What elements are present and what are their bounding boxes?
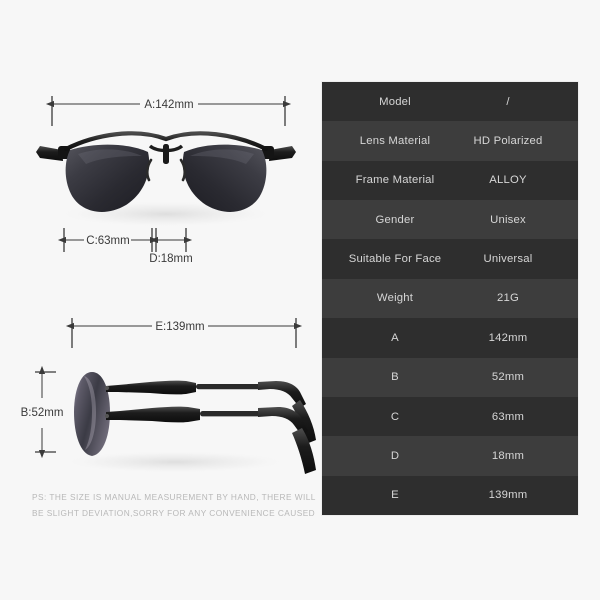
table-row: Gender Unisex (322, 200, 578, 240)
spec-key: Model (379, 95, 411, 108)
dimension-c: C:63mm (57, 228, 159, 252)
table-row: A 142mm (322, 318, 578, 358)
table-row: Weight 21G (322, 278, 578, 319)
spec-value: 21G (497, 292, 519, 305)
spec-value: Unisex (490, 213, 526, 226)
spec-value: ALLOY (489, 174, 527, 187)
spec-key: A (391, 331, 399, 344)
dimension-b-label: B:52mm (21, 407, 64, 419)
spec-key: Weight (376, 292, 414, 305)
product-spec-image: A:142mm C:63mm D:18mm E:139mm B:52mm PS:… (0, 0, 600, 600)
spec-key: Gender (375, 213, 415, 226)
dimension-c-label: C:63mm (86, 235, 129, 247)
spec-key: B (391, 371, 399, 384)
table-row: E 139mm (322, 475, 578, 515)
specification-table: Model / Lens Material HD Polarized Frame… (322, 82, 578, 515)
dimension-a-label: A:142mm (144, 99, 193, 111)
spec-value: Universal (483, 253, 533, 266)
spec-key: D (390, 449, 400, 462)
spec-key: Lens Material (359, 135, 431, 148)
disclaimer-line-2: BE SLIGHT DEVIATION,SORRY FOR ANY CONVEN… (32, 507, 316, 518)
table-row: Suitable For Face Universal (322, 239, 578, 279)
table-row: C 63mm (322, 396, 578, 437)
sunglasses-front-view (36, 131, 296, 227)
table-row: Model / (322, 82, 578, 122)
spec-key: Frame Material (355, 174, 435, 187)
table-row: Frame Material ALLOY (322, 160, 578, 201)
table-row: Lens Material HD Polarized (322, 121, 578, 161)
spec-value: 63mm (491, 410, 525, 423)
dimension-e: E:139mm (65, 318, 303, 348)
spec-key: E (391, 489, 399, 502)
spec-key: Suitable For Face (348, 253, 442, 266)
measurement-disclaimer: PS: THE SIZE IS MANUAL MEASUREMENT BY HA… (32, 490, 316, 521)
dimension-d: D:18mm (149, 228, 193, 265)
spec-key: C (390, 410, 400, 423)
table-row: B 52mm (322, 357, 578, 397)
spec-value: 142mm (488, 331, 528, 344)
spec-value: / (506, 95, 510, 108)
spec-value: 139mm (488, 489, 528, 502)
dimension-e-label: E:139mm (155, 321, 204, 333)
table-row: D 18mm (322, 436, 578, 476)
illustration-panel: A:142mm C:63mm D:18mm E:139mm B:52mm PS:… (0, 0, 320, 600)
disclaimer-line-1: PS: THE SIZE IS MANUAL MEASUREMENT BY HA… (32, 492, 316, 502)
spec-value: HD Polarized (473, 135, 543, 148)
spec-value: 52mm (491, 371, 525, 384)
dimension-b: B:52mm (21, 365, 64, 459)
sunglasses-side-view (63, 372, 316, 474)
spec-value: 18mm (491, 449, 525, 462)
dimension-a: A:142mm (45, 96, 292, 126)
dimension-d-label: D:18mm (149, 253, 192, 265)
